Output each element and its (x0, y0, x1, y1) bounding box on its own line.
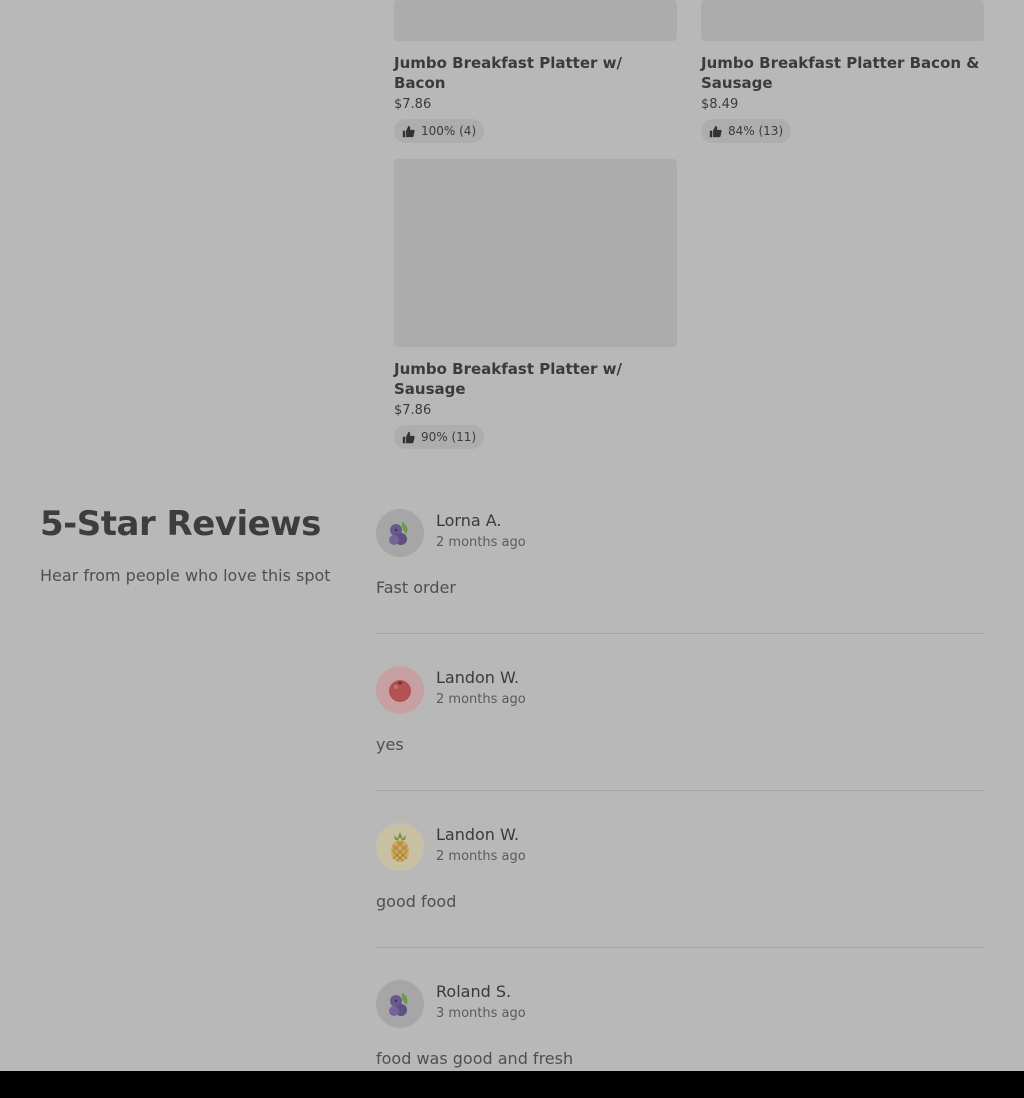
thumbs-up-icon (402, 431, 415, 443)
thumbs-up-icon (709, 125, 722, 137)
reviewer-name: Roland S. (436, 982, 512, 1001)
reviewer-name: Landon W. (436, 668, 520, 687)
menu-item-name: Jumbo Breakfast Platter w/ Sausage (394, 360, 622, 398)
blueberry-icon (389, 993, 408, 1016)
store-page: Jumbo Breakfast Platter w/ Bacon $7.86 1… (0, 0, 1024, 1098)
review-text: food was good and fresh (376, 1049, 574, 1068)
review-item: Landon W. 2 months ago good food (376, 823, 984, 912)
rating-badge: 90% (11) (394, 425, 485, 449)
menu-item-price: $7.86 (394, 97, 432, 112)
reviewer-name: Lorna A. (436, 511, 502, 530)
rating-text: 100% (4) (421, 124, 477, 138)
menu-item-image (394, 0, 677, 41)
rating-badge: 100% (4) (394, 119, 485, 143)
review-text: Fast order (376, 578, 456, 597)
review-date: 2 months ago (436, 692, 526, 707)
thumbs-up-icon (402, 125, 415, 137)
menu-item-image (394, 159, 677, 347)
review-item: Lorna A. 2 months ago Fast order (376, 509, 984, 598)
menu-item-name: Jumbo Breakfast Platter w/ Bacon (394, 54, 622, 92)
menu-item-card[interactable]: Jumbo Breakfast Platter Bacon & Sausage … (701, 0, 984, 143)
review-item: Roland S. 3 months ago food was good and… (376, 980, 984, 1069)
reviews-section-subtitle: Hear from people who love this spot (40, 566, 331, 585)
review-text: yes (376, 735, 404, 754)
review-date: 3 months ago (436, 1006, 526, 1021)
blueberry-icon (389, 522, 408, 545)
menu-item-card[interactable]: Jumbo Breakfast Platter w/ Sausage $7.86… (394, 159, 677, 449)
reviews-section-title: 5-Star Reviews (40, 504, 321, 544)
menu-item-price: $7.86 (394, 403, 432, 418)
avatar (376, 666, 424, 714)
reviewer-name: Landon W. (436, 825, 520, 844)
divider (376, 633, 984, 634)
review-date: 2 months ago (436, 849, 526, 864)
review-text: good food (376, 892, 457, 911)
menu-item-price: $8.49 (701, 97, 739, 112)
avatar (376, 980, 424, 1028)
menu-item-card[interactable]: Jumbo Breakfast Platter w/ Bacon $7.86 1… (394, 0, 677, 143)
menu-item-image (701, 0, 984, 41)
divider (376, 947, 984, 948)
rating-text: 84% (13) (728, 124, 784, 138)
cherry-icon (389, 680, 411, 702)
review-date: 2 months ago (436, 535, 526, 550)
bottom-bar (0, 1071, 1024, 1098)
avatar (376, 509, 424, 557)
rating-text: 90% (11) (421, 430, 477, 444)
pineapple-icon (391, 832, 409, 862)
review-item: Landon W. 2 months ago yes (376, 666, 984, 755)
rating-badge: 84% (13) (701, 119, 792, 143)
menu-item-name: Jumbo Breakfast Platter Bacon & Sausage (701, 54, 980, 92)
divider (376, 790, 984, 791)
avatar (376, 823, 424, 871)
